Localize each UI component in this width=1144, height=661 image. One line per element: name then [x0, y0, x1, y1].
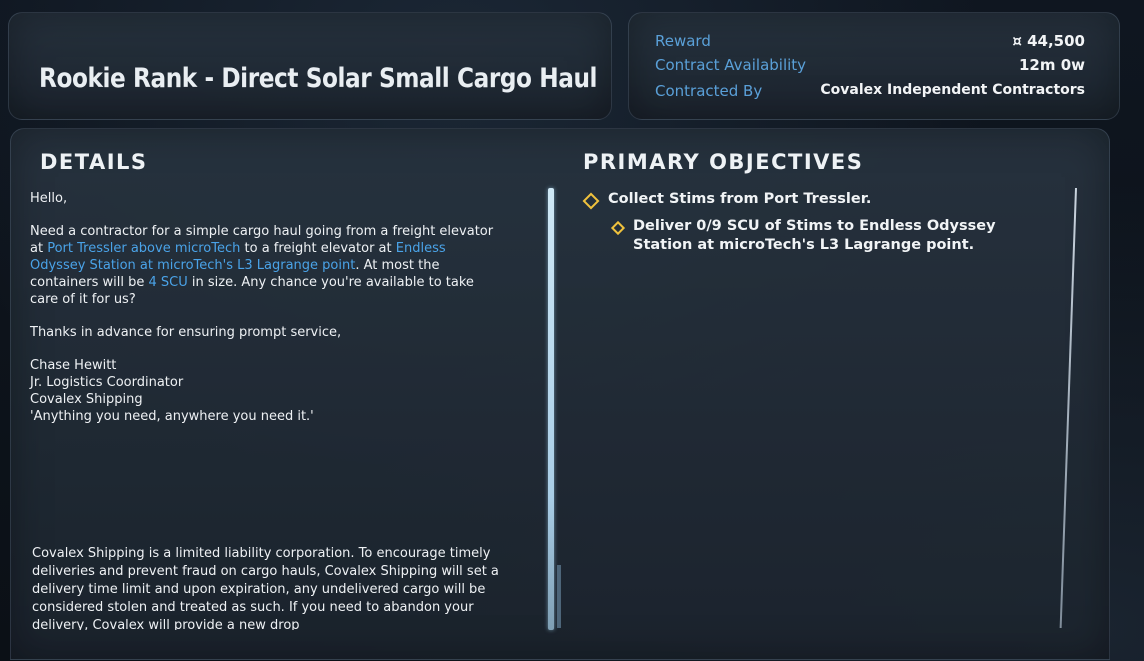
contracted-by-label: Contracted By [655, 82, 763, 100]
objectives-heading: PRIMARY OBJECTIVES [583, 150, 864, 174]
reward-row: Reward ¤ 44,500 [655, 32, 1085, 54]
cargo-size-highlight: 4 SCU [148, 275, 188, 290]
details-paragraph-2: Thanks in advance for ensuring prompt se… [30, 325, 342, 340]
availability-row: Contract Availability 12m 0w [655, 56, 1085, 78]
details-paragraph-1: Need a contractor for a simple cargo hau… [30, 223, 500, 308]
contract-info-panel: Reward ¤ 44,500 Contract Availability 12… [628, 12, 1120, 120]
details-text: to a freight elevator at [240, 241, 396, 256]
objective-sub: Deliver 0/9 SCU of Stims to Endless Odys… [633, 218, 996, 253]
reward-label: Reward [655, 32, 711, 50]
details-scrollbar-track[interactable] [557, 565, 561, 628]
details-scrollbar[interactable] [548, 188, 554, 630]
signature-motto: 'Anything you need, anywhere you need it… [30, 409, 314, 424]
signature-company: Covalex Shipping [30, 392, 143, 407]
objective-primary: Collect Stims from Port Tressler. [608, 191, 872, 207]
contract-screen: Rookie Rank - Direct Solar Small Cargo H… [0, 0, 1144, 661]
availability-value: 12m 0w [1018, 56, 1085, 74]
contracted-by-value: Covalex Independent Contractors [820, 82, 1085, 98]
legal-text: Covalex Shipping is a limited liability … [32, 546, 499, 630]
location-link-port-tressler[interactable]: Port Tressler above microTech [47, 241, 240, 256]
details-body: Hello, Need a contractor for a simple ca… [30, 190, 500, 441]
details-greeting: Hello, [30, 191, 68, 206]
availability-label: Contract Availability [655, 56, 807, 74]
signature-block: Chase Hewitt Jr. Logistics Coordinator C… [30, 357, 500, 425]
signature-name: Chase Hewitt [30, 358, 117, 373]
details-heading: DETAILS [40, 150, 148, 174]
contracted-by-row: Contracted By Covalex Independent Contra… [655, 82, 1085, 104]
contract-title: Rookie Rank - Direct Solar Small Cargo H… [39, 63, 598, 94]
reward-value: ¤ 44,500 [1012, 32, 1085, 50]
signature-role: Jr. Logistics Coordinator [30, 375, 184, 390]
contract-title-panel: Rookie Rank - Direct Solar Small Cargo H… [8, 12, 612, 120]
